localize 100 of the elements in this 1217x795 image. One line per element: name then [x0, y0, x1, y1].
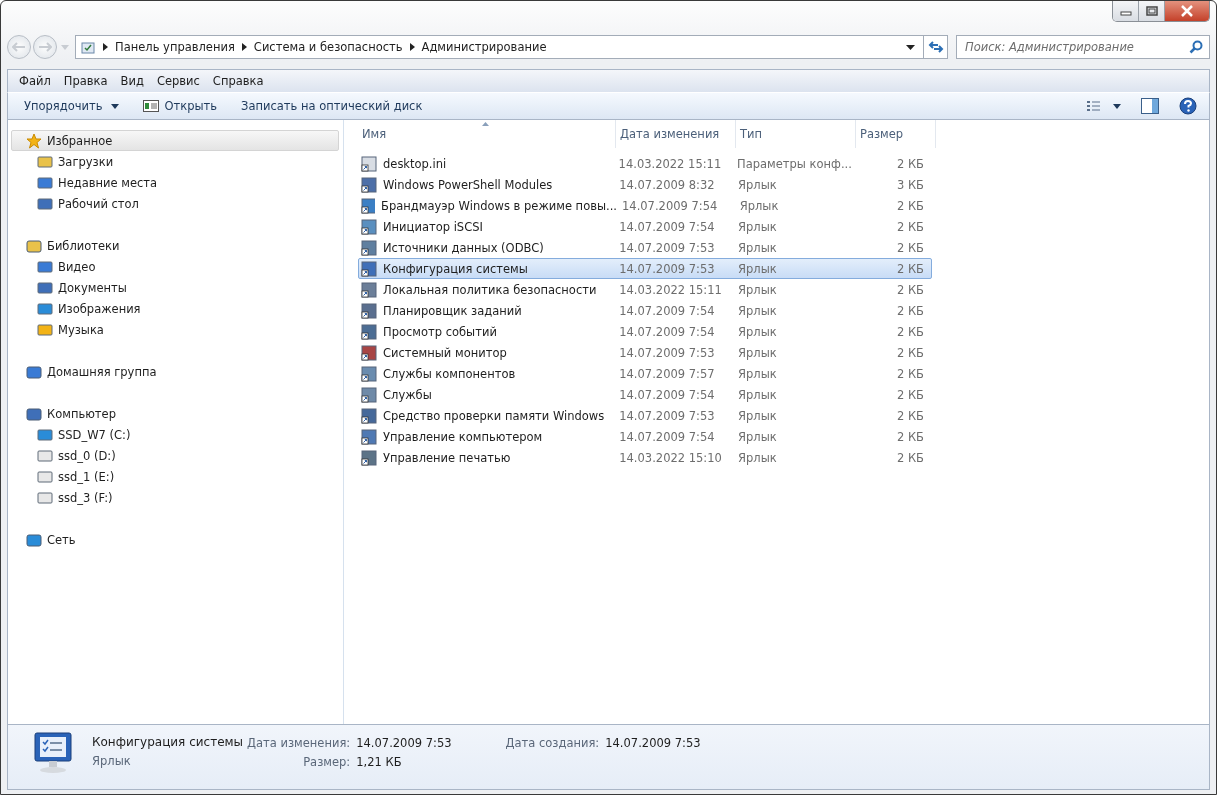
file-row[interactable]: Инициатор iSCSI 14.07.2009 7:54 Ярлык 2 КБ: [358, 216, 932, 237]
help-icon: [1179, 97, 1197, 115]
sidebar-item-icon: [37, 448, 53, 463]
sidebar-group-icon: [26, 405, 42, 422]
file-row[interactable]: Управление компьютером 14.07.2009 7:54 Ярлык 2 КБ: [358, 426, 932, 447]
table-cell-text: 2 КБ: [895, 240, 925, 255]
table-cell-text: 14.07.2009 7:54: [618, 303, 716, 318]
address-bar[interactable]: Панель управления Система и безопасность Администрирование: [75, 35, 924, 59]
file-row[interactable]: Службы 14.07.2009 7:54 Ярлык 2 КБ: [358, 384, 932, 405]
menu-item[interactable]: Справка: [207, 72, 269, 90]
sidebar-item-icon: [37, 301, 53, 316]
list-view-icon: [1087, 100, 1121, 112]
sidebar-item[interactable]: ssd_0 (D:): [11, 445, 339, 466]
menu-item[interactable]: Сервис: [151, 72, 205, 90]
breadcrumb-arrow-icon: [241, 43, 247, 51]
refresh-button[interactable]: [924, 35, 948, 59]
table-cell-text: 14.07.2009 7:54: [621, 198, 719, 213]
column-header[interactable]: Тип: [736, 120, 856, 148]
back-arrow-icon: [12, 42, 26, 52]
maximize-button[interactable]: [1139, 1, 1165, 21]
file-row[interactable]: Windows PowerShell Modules 14.07.2009 8:32 Ярлык 3 КБ: [358, 174, 932, 195]
table-cell-text: Ярлык: [737, 408, 778, 423]
sidebar-item[interactable]: SSD_W7 (C:): [11, 424, 339, 445]
sidebar-item[interactable]: Недавние места: [11, 172, 339, 193]
close-icon: [1180, 5, 1194, 17]
table-cell-text: 14.07.2009 7:54: [618, 219, 716, 234]
file-row[interactable]: Планировщик заданий 14.07.2009 7:54 Ярлык 2 КБ: [358, 300, 932, 321]
open-button[interactable]: Открыть: [134, 96, 226, 116]
column-header[interactable]: Размер: [856, 120, 936, 148]
sidebar-item[interactable]: ssd_3 (F:): [11, 487, 339, 508]
control-panel-icon: [80, 39, 96, 55]
sidebar-item[interactable]: Изображения: [11, 298, 339, 319]
table-cell-text: 14.07.2009 7:57: [618, 366, 716, 381]
file-name: Источники данных (ODBC): [383, 240, 544, 255]
file-icon: [361, 449, 377, 466]
sidebar-item[interactable]: Избранное: [11, 130, 339, 151]
file-icon: [361, 302, 377, 319]
sidebar-group-icon: [26, 531, 42, 548]
breadcrumb-item[interactable]: Панель управления: [115, 40, 235, 54]
file-row[interactable]: Локальная политика безопасности 14.03.2022 15:11 Ярлык 2 КБ: [358, 279, 932, 300]
file-name: Средство проверки памяти Windows: [383, 408, 605, 423]
sidebar-item[interactable]: Музыка: [11, 319, 339, 340]
file-icon: [361, 386, 377, 403]
search-field[interactable]: Поиск: Администрирование: [956, 35, 1210, 59]
caret-icon: [110, 103, 119, 109]
sidebar-item[interactable]: Видео: [11, 256, 339, 277]
sidebar-item[interactable]: Сеть: [11, 529, 339, 550]
forward-arrow-icon: [38, 42, 52, 52]
sidebar-item-icon: [37, 175, 53, 190]
file-row[interactable]: Средство проверки памяти Windows 14.07.2009 7:53 Ярлык 2 КБ: [358, 405, 932, 426]
sidebar-item[interactable]: ssd_1 (E:): [11, 466, 339, 487]
file-icon: [361, 344, 377, 361]
file-row[interactable]: Управление печатью 14.03.2022 15:10 Ярлык 2 КБ: [358, 447, 932, 468]
selected-row[interactable]: Конфигурация системы 14.07.2009 7:53 Ярлык 2 КБ: [358, 258, 932, 279]
table-cell-text: 2 КБ: [895, 282, 925, 297]
file-name: Инициатор iSCSI: [383, 219, 483, 234]
file-row[interactable]: desktop.ini 14.03.2022 15:11 Параметры конф... 2 КБ: [358, 153, 932, 174]
column-header[interactable]: Дата изменения: [616, 120, 736, 148]
file-name: Службы компонентов: [383, 366, 516, 381]
organize-button[interactable]: Упорядочить: [16, 96, 127, 116]
sidebar-item[interactable]: Библиотеки: [11, 235, 339, 256]
sidebar-item-icon: [37, 427, 53, 442]
sidebar-item[interactable]: Компьютер: [11, 403, 339, 424]
table-cell-text: Ярлык: [737, 219, 778, 234]
breadcrumb-item[interactable]: Система и безопасность: [253, 40, 403, 54]
file-row[interactable]: Источники данных (ODBC) 14.07.2009 7:53 Ярлык 2 КБ: [358, 237, 932, 258]
file-row[interactable]: Брандмауэр Windows в режиме повы... 14.07.2009 7:54 Ярлык 2 КБ: [358, 195, 932, 216]
table-cell-text: 14.07.2009 7:53: [618, 408, 716, 423]
file-row[interactable]: Просмотр событий 14.07.2009 7:54 Ярлык 2 КБ: [358, 321, 932, 342]
burn-button[interactable]: Записать на оптический диск: [233, 96, 431, 116]
breadcrumb-item[interactable]: Администрирование: [421, 40, 547, 54]
file-row[interactable]: Службы компонентов 14.07.2009 7:57 Ярлык 2 КБ: [358, 363, 932, 384]
table-cell-text: 2 КБ: [895, 156, 925, 171]
address-dropdown-icon[interactable]: [906, 44, 915, 50]
sidebar-item[interactable]: Загрузки: [11, 151, 339, 172]
sidebar-item[interactable]: Домашняя группа: [11, 361, 339, 382]
sidebar-item-icon: [37, 322, 53, 337]
sidebar-item[interactable]: Документы: [11, 277, 339, 298]
table-cell-text: Ярлык: [737, 366, 778, 381]
sidebar-group-icon: [26, 363, 42, 380]
table-cell-text: 2 КБ: [895, 198, 925, 213]
sidebar-item[interactable]: Рабочий стол: [11, 193, 339, 214]
table-cell-text: Ярлык: [737, 345, 778, 360]
file-row[interactable]: Системный монитор 14.07.2009 7:53 Ярлык 2 КБ: [358, 342, 932, 363]
menu-item[interactable]: Файл: [14, 72, 56, 90]
minimize-button[interactable]: [1113, 1, 1139, 21]
details-value: 14.07.2009 7:53: [356, 736, 452, 750]
table-cell-text: Ярлык: [737, 282, 778, 297]
file-name: Просмотр событий: [383, 324, 497, 339]
search-icon: [1189, 40, 1203, 54]
file-name: Системный монитор: [383, 345, 507, 360]
details-value: 1,21 КБ: [356, 755, 403, 769]
table-cell-text: 2 КБ: [895, 324, 925, 339]
file-name: Windows PowerShell Modules: [383, 177, 553, 192]
table-cell-text: 2 КБ: [895, 366, 925, 381]
table-cell-text: 14.07.2009 8:32: [618, 177, 716, 192]
file-name: Планировщик заданий: [383, 303, 522, 318]
menu-item[interactable]: Правка: [58, 72, 113, 90]
menu-item[interactable]: Вид: [115, 72, 149, 90]
close-button[interactable]: [1165, 1, 1209, 21]
